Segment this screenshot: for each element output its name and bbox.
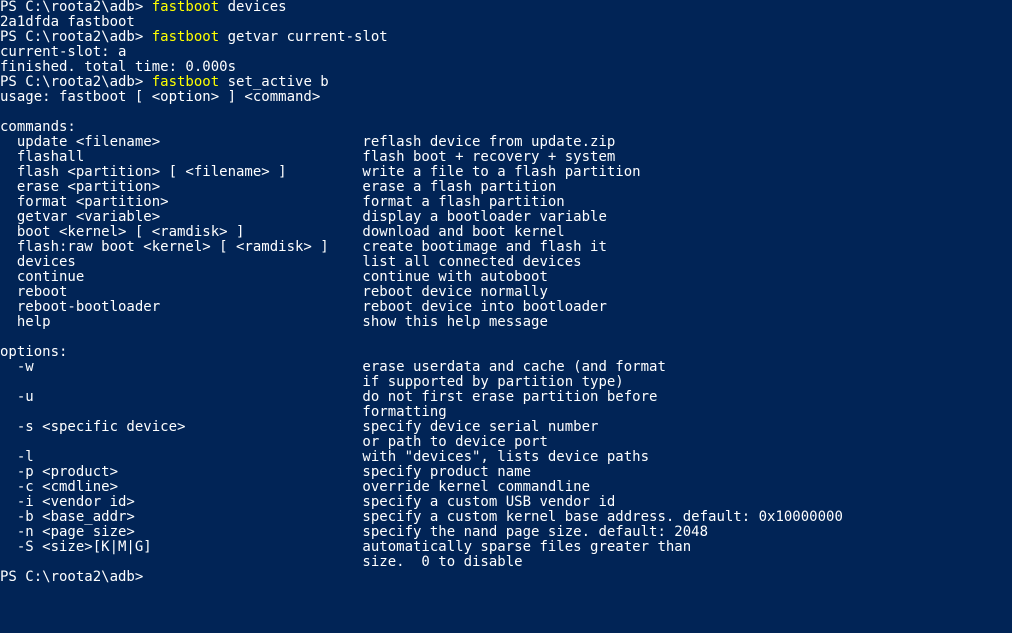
output-line: devices list all connected devices bbox=[0, 254, 582, 270]
output-line: current-slot: a bbox=[0, 44, 126, 60]
output-line: -c <cmdline> override kernel commandline bbox=[0, 479, 590, 495]
output-line: -S <size>[K|M|G] automatically sparse fi… bbox=[0, 539, 691, 555]
output-line: 2a1dfda fastboot bbox=[0, 14, 135, 30]
shell-prompt: PS C:\roota2\adb> bbox=[0, 569, 152, 585]
output-line: -n <page size> specify the nand page siz… bbox=[0, 524, 708, 540]
output-line: boot <kernel> [ <ramdisk> ] download and… bbox=[0, 224, 565, 240]
output-line: -w erase userdata and cache (and format bbox=[0, 359, 666, 375]
output-line: erase <partition> erase a flash partitio… bbox=[0, 179, 556, 195]
output-line: flash:raw boot <kernel> [ <ramdisk> ] cr… bbox=[0, 239, 607, 255]
output-line: formatting bbox=[0, 404, 447, 420]
output-line: or path to device port bbox=[0, 434, 548, 450]
output-line: -l with "devices", lists device paths bbox=[0, 449, 649, 465]
output-line: usage: fastboot [ <option> ] <command> bbox=[0, 89, 320, 105]
powershell-terminal[interactable]: PS C:\roota2\adb> fastboot devices 2a1df… bbox=[0, 0, 1012, 633]
output-line: help show this help message bbox=[0, 314, 548, 330]
shell-command: fastboot bbox=[152, 0, 219, 15]
output-line: options: bbox=[0, 344, 67, 360]
shell-args: devices bbox=[219, 0, 286, 15]
shell-args: getvar current-slot bbox=[219, 29, 388, 45]
output-line: commands: bbox=[0, 119, 76, 135]
output-line: continue continue with autoboot bbox=[0, 269, 548, 285]
output-line: finished. total time: 0.000s bbox=[0, 59, 236, 75]
shell-command: fastboot bbox=[152, 29, 219, 45]
output-line: update <filename> reflash device from up… bbox=[0, 134, 615, 150]
output-line: -u do not first erase partition before bbox=[0, 389, 657, 405]
output-line: reboot reboot device normally bbox=[0, 284, 548, 300]
shell-command: fastboot bbox=[152, 74, 219, 90]
output-line: flashall flash boot + recovery + system bbox=[0, 149, 615, 165]
output-line: if supported by partition type) bbox=[0, 374, 624, 390]
shell-prompt: PS C:\roota2\adb> bbox=[0, 0, 152, 15]
output-line: flash <partition> [ <filename> ] write a… bbox=[0, 164, 641, 180]
output-line: -s <specific device> specify device seri… bbox=[0, 419, 598, 435]
output-line: -i <vendor id> specify a custom USB vend… bbox=[0, 494, 615, 510]
output-line: -p <product> specify product name bbox=[0, 464, 531, 480]
shell-prompt: PS C:\roota2\adb> bbox=[0, 74, 152, 90]
output-line: getvar <variable> display a bootloader v… bbox=[0, 209, 607, 225]
output-line: size. 0 to disable bbox=[0, 554, 523, 570]
output-line: reboot-bootloader reboot device into boo… bbox=[0, 299, 607, 315]
shell-args: set_active b bbox=[219, 74, 329, 90]
output-line: format <partition> format a flash partit… bbox=[0, 194, 565, 210]
shell-prompt: PS C:\roota2\adb> bbox=[0, 29, 152, 45]
output-line: -b <base_addr> specify a custom kernel b… bbox=[0, 509, 843, 525]
